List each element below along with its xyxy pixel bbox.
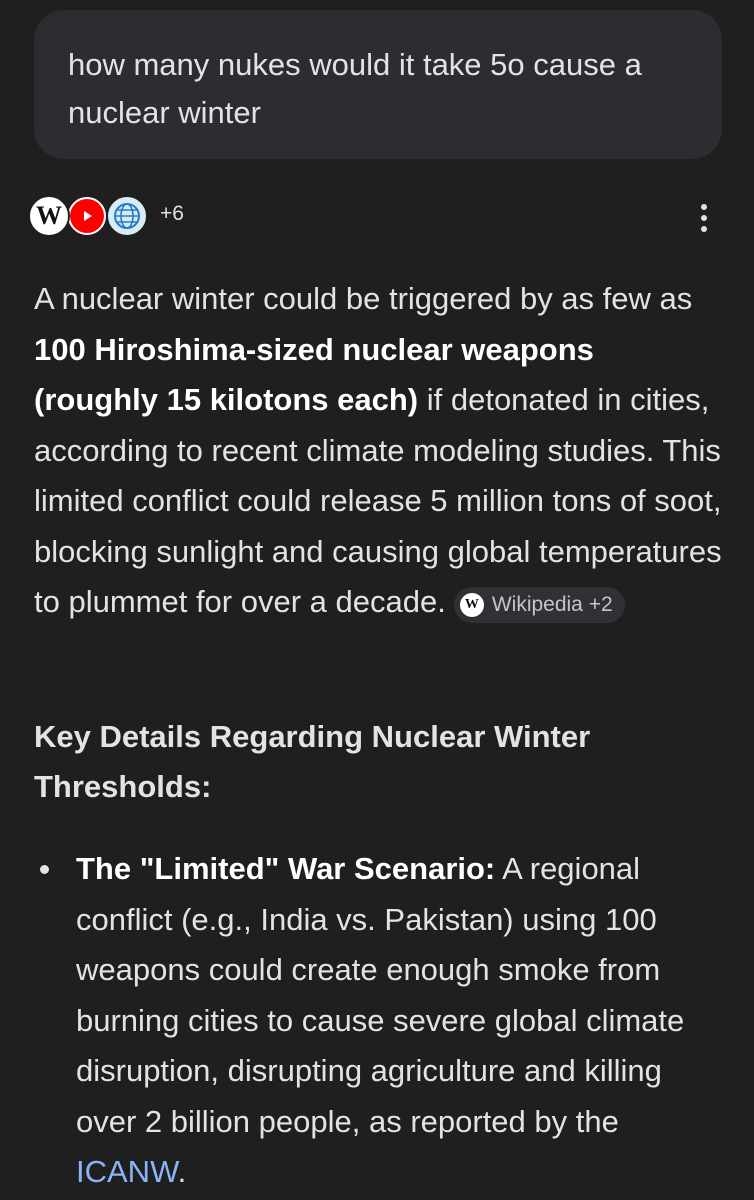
- ai-answer-page: how many nukes would it take 5o cause a …: [0, 0, 754, 1200]
- citation-chip[interactable]: W Wikipedia +2: [453, 587, 625, 623]
- youtube-icon[interactable]: [66, 195, 108, 237]
- sources-row[interactable]: W +6: [24, 190, 724, 246]
- bullet-dot: [40, 865, 49, 874]
- user-query-text: how many nukes would it take 5o cause a …: [68, 47, 642, 130]
- answer-text-part1: A nuclear winter could be triggered by a…: [34, 281, 693, 316]
- list-item: The "Limited" War Scenario: A regional c…: [34, 844, 724, 1198]
- user-query-bubble: how many nukes would it take 5o cause a …: [34, 10, 722, 159]
- answer-paragraph: A nuclear winter could be triggered by a…: [34, 274, 724, 628]
- more-options-icon[interactable]: [692, 198, 716, 238]
- more-sources-count[interactable]: +6: [160, 202, 184, 226]
- answer-text-part2: if detonated in cities, according to rec…: [34, 382, 722, 619]
- globe-icon[interactable]: [106, 195, 148, 237]
- details-list: The "Limited" War Scenario: A regional c…: [34, 844, 724, 1198]
- section-heading: Key Details Regarding Nuclear Winter Thr…: [34, 719, 591, 804]
- bullet-title: The "Limited" War Scenario:: [76, 851, 496, 886]
- citation-label: Wikipedia +2: [491, 593, 613, 616]
- wikipedia-icon[interactable]: W: [28, 195, 70, 237]
- bullet-tail: .: [177, 1154, 187, 1189]
- icanw-link[interactable]: ICANW: [76, 1154, 178, 1189]
- wikipedia-letter: W: [36, 201, 62, 230]
- bullet-text: A regional conflict (e.g., India vs. Pak…: [76, 851, 685, 1139]
- wikipedia-icon: W: [459, 593, 484, 617]
